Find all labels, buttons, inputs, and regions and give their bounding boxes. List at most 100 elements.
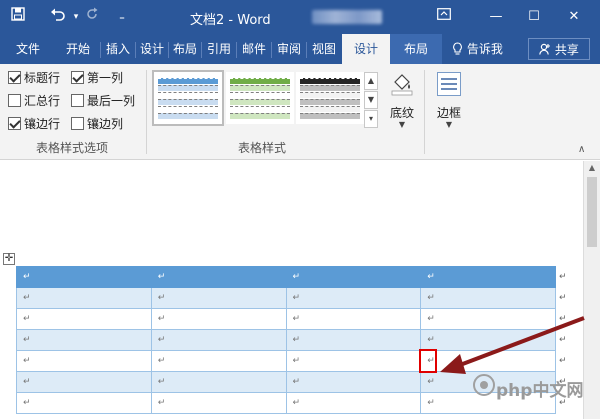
tab-table-design[interactable]: 设计: [342, 34, 390, 64]
table-cell[interactable]: ↵: [150, 287, 287, 309]
table-cell[interactable]: ↵: [16, 350, 152, 372]
borders-icon: [437, 72, 461, 96]
person-icon: [539, 43, 555, 57]
table-cell[interactable]: ↵: [285, 371, 422, 393]
table-cell[interactable]: ↵: [150, 371, 287, 393]
option-banded-columns[interactable]: 镶边列: [71, 114, 123, 134]
table-cell[interactable]: ↵: [150, 308, 287, 330]
table-style-swatch-blue[interactable]: [152, 70, 224, 126]
table-cell[interactable]: ↵: [150, 350, 287, 372]
tab-view[interactable]: 视图: [307, 34, 341, 64]
shading-button[interactable]: 底纹 ▼: [384, 70, 420, 134]
vertical-scrollbar[interactable]: ▲: [583, 161, 600, 419]
share-button[interactable]: 共享: [528, 38, 590, 60]
table-cell[interactable]: ↵: [285, 287, 422, 309]
table-cell[interactable]: ↵: [285, 392, 422, 414]
save-icon[interactable]: [8, 7, 28, 27]
tab-home[interactable]: 开始: [58, 34, 98, 64]
option-header-row[interactable]: 标题行: [8, 68, 60, 88]
ribbon-panel: 标题行 第一列 汇总行 最后一列 镶边行 镶边列 表格样式选项 ▲ ▼ ▾ 表格…: [0, 64, 600, 160]
highlighted-cell-box: [419, 349, 437, 373]
swatch-row: [230, 99, 290, 105]
swatch-row: [300, 85, 360, 91]
swatch-row: [158, 106, 218, 112]
table-cell[interactable]: ↵: [16, 392, 152, 414]
ribbon-display-options-icon[interactable]: [430, 5, 458, 29]
scroll-thumb[interactable]: [587, 177, 597, 247]
swatch-row: [300, 106, 360, 112]
gallery-scroll-up-icon[interactable]: ▲: [364, 72, 378, 90]
tab-mailings[interactable]: 邮件: [237, 34, 271, 64]
tell-me-label: 告诉我: [466, 42, 503, 56]
table-cell[interactable]: ↵: [16, 371, 152, 393]
table-cell[interactable]: ↵: [285, 308, 422, 330]
tab-design[interactable]: 设计: [136, 34, 168, 64]
table-style-swatch-green[interactable]: [226, 72, 294, 124]
tab-layout[interactable]: 布局: [169, 34, 201, 64]
shading-label: 底纹: [389, 106, 414, 120]
borders-label: 边框: [436, 106, 461, 120]
close-button[interactable]: ✕: [560, 5, 588, 29]
minimize-button[interactable]: —: [482, 5, 510, 29]
gallery-scroll-down-icon[interactable]: ▼: [364, 91, 378, 109]
gallery-more-icon[interactable]: ▾: [364, 110, 378, 128]
scroll-up-icon[interactable]: ▲: [584, 163, 600, 175]
watermark-text: php中文网: [496, 381, 584, 401]
redo-icon[interactable]: [82, 7, 102, 27]
title-bar: ▾ ₌ 文档2 - Word — ☐ ✕: [0, 0, 600, 34]
checkbox-banded-rows[interactable]: [8, 117, 21, 130]
swatch-row: [300, 92, 360, 98]
table-cell[interactable]: ↵: [150, 329, 287, 351]
tab-references[interactable]: 引用: [202, 34, 236, 64]
maximize-button[interactable]: ☐: [520, 5, 548, 29]
row-end-mark: ↵: [559, 272, 567, 282]
table-cell[interactable]: ↵: [16, 329, 152, 351]
swatch-row: [230, 85, 290, 91]
swatch-row: [230, 106, 290, 112]
option-total-row[interactable]: 汇总行: [8, 91, 60, 111]
share-label: 共享: [554, 43, 579, 57]
table-cell[interactable]: ↵: [16, 308, 152, 330]
php-logo-icon: [472, 373, 496, 397]
tell-me-search[interactable]: 告诉我: [452, 34, 503, 64]
borders-dropdown-icon: ▼: [445, 120, 453, 129]
table-row: ↵ ↵ ↵ ↵: [16, 266, 556, 288]
undo-icon[interactable]: [48, 7, 68, 27]
table-row: ↵ ↵ ↵ ↵: [16, 287, 556, 309]
table-cell[interactable]: ↵: [420, 287, 556, 309]
paint-bucket-icon: [390, 72, 414, 96]
table-move-handle-icon[interactable]: ✛: [3, 253, 15, 265]
table-cell[interactable]: ↵: [150, 392, 287, 414]
swatch-row: [158, 99, 218, 105]
tab-review[interactable]: 审阅: [272, 34, 306, 64]
table-cell[interactable]: ↵: [150, 266, 287, 288]
swatch-row: [230, 78, 290, 84]
checkbox-banded-columns[interactable]: [71, 117, 84, 130]
checkbox-total-row[interactable]: [8, 94, 21, 107]
checkbox-first-column[interactable]: [71, 71, 84, 84]
collapse-ribbon-icon[interactable]: ∧: [578, 144, 585, 155]
option-banded-rows[interactable]: 镶边行: [8, 114, 60, 134]
table-cell[interactable]: ↵: [285, 350, 422, 372]
checkbox-last-column[interactable]: [71, 94, 84, 107]
table-cell[interactable]: ↵: [420, 266, 556, 288]
option-first-column[interactable]: 第一列: [71, 68, 123, 88]
swatch-row: [300, 78, 360, 84]
tab-insert[interactable]: 插入: [101, 34, 135, 64]
swatch-row: [158, 78, 218, 84]
ribbon-tab-bar: 文件 开始 插入 设计 布局 引用 邮件 审阅 视图 设计 布局 告诉我 共享: [0, 34, 600, 64]
table-style-swatch-black[interactable]: [296, 72, 364, 124]
table-cell[interactable]: ↵: [16, 287, 152, 309]
group-label-table-style-options: 表格样式选项: [36, 141, 109, 155]
checkbox-header-row[interactable]: [8, 71, 21, 84]
tab-table-layout[interactable]: 布局: [390, 34, 442, 64]
tab-file[interactable]: 文件: [8, 34, 48, 64]
account-name-blurred: [312, 10, 382, 24]
borders-button[interactable]: 边框 ▼: [432, 70, 466, 134]
table-cell[interactable]: ↵: [285, 266, 422, 288]
option-last-column[interactable]: 最后一列: [71, 91, 135, 111]
table-cell[interactable]: ↵: [16, 266, 152, 288]
customize-caret-icon[interactable]: ₌: [112, 7, 132, 27]
table-cell[interactable]: ↵: [285, 329, 422, 351]
swatch-row: [300, 113, 360, 119]
